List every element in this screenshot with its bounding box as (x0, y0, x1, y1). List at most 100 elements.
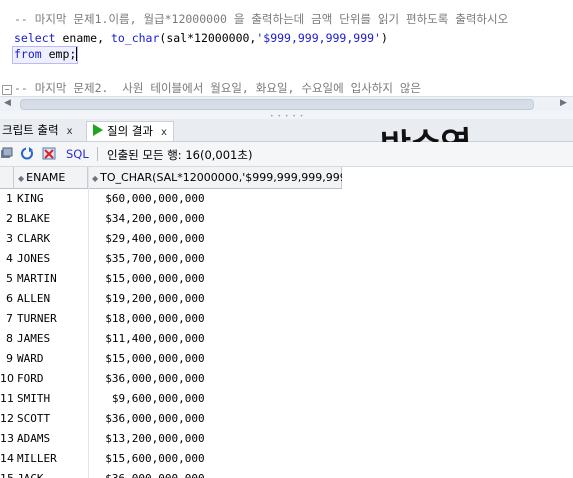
row-number: 9 (6, 352, 13, 365)
ename-cell[interactable]: ALLEN (17, 289, 50, 309)
salary-cell[interactable]: $15,600,000,000 (92, 449, 204, 469)
salary-cell[interactable]: $60,000,000,000 (92, 189, 204, 209)
refresh-icon[interactable] (20, 147, 34, 160)
table-row[interactable]: 15JACK $36,000,000,000 (0, 469, 342, 478)
close-icon[interactable]: x (67, 126, 73, 137)
comment-line-1: -- 마지막 문제1.이름, 월급*12000000 을 출력하는데 금액 단위… (14, 12, 509, 26)
row-number: 7 (6, 312, 13, 325)
output-tab-bar: 크립트 출력 x 질의 결과 x (0, 119, 573, 142)
sort-icon[interactable]: ◆ (92, 174, 98, 183)
scrollbar-thumb[interactable] (20, 99, 534, 110)
select-columns: ename, (55, 31, 111, 45)
row-number: 13 (0, 432, 14, 445)
result-toolbar: SQL 인출된 모든 행: 16(0,001초) (0, 142, 573, 167)
salary-cell[interactable]: $36,000,000,000 (92, 409, 204, 429)
run-icon (93, 124, 103, 136)
sql-editor[interactable]: -- 마지막 문제1.이름, 월급*12000000 을 출력하는데 금액 단위… (0, 0, 573, 96)
table-row[interactable]: 10 FORD $36,000,000,000 (0, 369, 342, 389)
fetch-status: 인출된 모든 행: 16(0,001초) (107, 148, 253, 162)
salary-cell[interactable]: $34,200,000,000 (92, 209, 204, 229)
table-row[interactable]: 1 KING $60,000,000,000 (0, 189, 342, 209)
toolbar-divider (97, 147, 98, 161)
table-row[interactable]: 3 CLARK $29,400,000,000 (0, 229, 342, 249)
column-header-ename[interactable]: ◆ ENAME (14, 167, 88, 188)
row-number: 2 (6, 212, 13, 225)
tab-query-result[interactable]: 질의 결과 x (86, 121, 174, 141)
ename-cell[interactable]: JACK (17, 469, 44, 478)
row-number: 5 (6, 272, 13, 285)
salary-cell[interactable]: $13,200,000,000 (92, 429, 204, 449)
from-table: emp; (41, 47, 77, 61)
sql-button[interactable]: SQL (66, 147, 89, 161)
table-row[interactable]: 7 TURNER $18,000,000,000 (0, 309, 342, 329)
ename-cell[interactable]: ADAMS (17, 429, 50, 449)
row-number: 12 (0, 412, 14, 425)
editor-horizontal-scrollbar[interactable]: ◀ ▶ (0, 96, 573, 111)
table-row[interactable]: 8 JAMES $11,400,000,000 (0, 329, 342, 349)
salary-cell[interactable]: $29,400,000,000 (92, 229, 204, 249)
text-caret (76, 47, 77, 61)
select-keyword: select (14, 31, 56, 45)
table-row[interactable]: 12 SCOTT $36,000,000,000 (0, 409, 342, 429)
ename-cell[interactable]: BLAKE (17, 209, 50, 229)
row-number: 11 (0, 392, 14, 405)
row-number: 1 (6, 192, 13, 205)
close-paren: ) (380, 31, 388, 45)
ename-cell[interactable]: WARD (17, 349, 44, 369)
grid-header: ◆ ENAME ◆ TO_CHAR(SAL*12000000,'$999,999,9… (0, 167, 342, 189)
ename-cell[interactable]: SMITH (17, 389, 50, 409)
table-row[interactable]: 4 JONES $35,700,000,000 (0, 249, 342, 269)
salary-cell[interactable]: $36,000,000,000 (92, 469, 204, 478)
salary-cell[interactable]: $35,700,000,000 (92, 249, 204, 269)
row-number: 6 (6, 292, 13, 305)
salary-cell[interactable]: $15,000,000,000 (92, 349, 204, 369)
pin-icon[interactable] (0, 147, 14, 160)
ename-cell[interactable]: JONES (17, 249, 50, 269)
salary-cell[interactable]: $15,000,000,000 (92, 269, 204, 289)
row-number: 10 (0, 372, 14, 385)
ename-cell[interactable]: MILLER (17, 449, 57, 469)
ename-cell[interactable]: TURNER (17, 309, 57, 329)
select-statement: select ename, to_char(sal*12000000,'$999… (14, 30, 388, 46)
ename-cell[interactable]: JAMES (17, 329, 50, 349)
table-row[interactable]: 13 ADAMS $13,200,000,000 (0, 429, 342, 449)
row-number: 15 (0, 469, 14, 478)
grid-rows: 1 KING $60,000,000,000 2 BLAKE $34,200,000,… (0, 189, 342, 478)
ename-cell[interactable]: KING (17, 189, 44, 209)
ename-cell[interactable]: MARTIN (17, 269, 57, 289)
salary-cell[interactable]: $18,000,000,000 (92, 309, 204, 329)
scroll-left-icon[interactable]: ◀ (4, 98, 11, 108)
tab-script-output[interactable]: 크립트 출력 x (0, 121, 78, 140)
salary-cell[interactable]: $9,600,000,000 (92, 389, 205, 409)
delete-icon[interactable] (42, 147, 56, 160)
table-row[interactable]: 11 SMITH $9,600,000,000 (0, 389, 342, 409)
table-row[interactable]: 6 ALLEN $19,200,000,000 (0, 289, 342, 309)
to-char-args: (sal*12000000, (159, 31, 257, 45)
row-number: 4 (6, 252, 13, 265)
row-number: 8 (6, 332, 13, 345)
results-grid[interactable]: ◆ ENAME ◆ TO_CHAR(SAL*12000000,'$999,999,9… (0, 167, 342, 478)
salary-cell[interactable]: $19,200,000,000 (92, 289, 204, 309)
row-number-header (0, 167, 14, 188)
row-number: 14 (0, 452, 14, 465)
ename-cell[interactable]: FORD (17, 369, 44, 389)
sort-icon[interactable]: ◆ (18, 174, 24, 183)
salary-cell[interactable]: $11,400,000,000 (92, 329, 204, 349)
close-icon[interactable]: x (161, 127, 167, 138)
table-row[interactable]: 14 MILLER $15,600,000,000 (0, 449, 342, 469)
salary-cell[interactable]: $36,000,000,000 (92, 369, 204, 389)
fold-toggle-icon[interactable]: − (2, 85, 12, 95)
to-char-function: to_char (110, 31, 160, 45)
ename-cell[interactable]: CLARK (17, 229, 50, 249)
scroll-right-icon[interactable]: ▶ (560, 98, 567, 108)
table-row[interactable]: 9 WARD $15,000,000,000 (0, 349, 342, 369)
from-keyword: from (14, 47, 42, 61)
tab-script-output-label: 크립트 출력 (2, 123, 59, 137)
table-row[interactable]: 2 BLAKE $34,200,000,000 (0, 209, 342, 229)
format-string: '$999,999,999,999' (256, 31, 381, 45)
from-clause: from emp; (14, 46, 76, 62)
table-row[interactable]: 5 MARTIN $15,000,000,000 (0, 269, 342, 289)
ename-cell[interactable]: SCOTT (17, 409, 50, 429)
row-number: 3 (6, 232, 13, 245)
column-header-to-char[interactable]: ◆ TO_CHAR(SAL*12000000,'$999,999,999,999'… (88, 167, 342, 188)
